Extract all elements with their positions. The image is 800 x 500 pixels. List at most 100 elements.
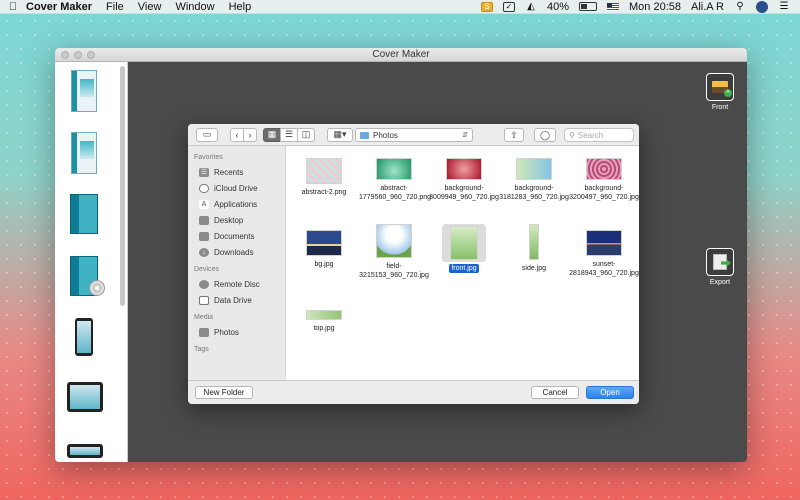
template-book-thumb[interactable] — [67, 70, 101, 112]
sidebar-item-label: Data Drive — [214, 295, 252, 305]
status-app-icon[interactable]: S — [480, 1, 493, 12]
file-name: abstract-1779560_960_720.png — [359, 185, 432, 201]
window-titlebar: Cover Maker — [55, 48, 747, 62]
sidebar-item-icloud-drive[interactable]: iCloud Drive — [188, 180, 285, 196]
menu-view[interactable]: View — [138, 1, 162, 13]
file-item[interactable]: sunset-2818943_960_720.jpg — [569, 230, 639, 278]
open-file-dialog: ▭ ‹ › ▦ ☰ ◫ ▦▾ Photos ⇵ ⇧ ◯ ⚲ Search Fav… — [188, 124, 639, 404]
menubar-clock[interactable]: Mon 20:58 — [629, 1, 681, 13]
file-thumbnail — [376, 224, 412, 258]
spotlight-search-icon[interactable]: ⚲ — [734, 1, 746, 12]
new-folder-button[interactable]: New Folder — [195, 386, 253, 399]
file-thumbnail — [529, 224, 539, 260]
window-title: Cover Maker — [372, 49, 430, 60]
file-item-selected[interactable]: front.jpg — [429, 224, 499, 273]
template-tablet-thumb[interactable] — [67, 382, 103, 412]
file-name: front.jpg — [449, 264, 479, 273]
file-name: abstract-2.png — [301, 189, 347, 196]
template-thumbnail-list — [55, 62, 128, 462]
apple-menu-icon[interactable]:  — [0, 1, 26, 13]
front-tool-label: Front — [711, 104, 729, 111]
front-tool[interactable]: + Front — [705, 73, 735, 111]
template-box-thumb[interactable] — [67, 194, 101, 234]
column-view-button[interactable]: ◫ — [297, 127, 315, 142]
file-thumbnail — [306, 158, 342, 184]
toggle-sidebar-button[interactable]: ▭ — [196, 127, 218, 142]
menu-window[interactable]: Window — [175, 1, 214, 13]
export-tool[interactable]: Export — [705, 248, 735, 286]
tags-header: Tags — [194, 346, 209, 353]
location-label: Photos — [373, 130, 398, 140]
file-name: bg.jpg — [314, 261, 334, 268]
selection-highlight — [442, 224, 486, 262]
export-tool-label: Export — [709, 279, 731, 286]
export-icon — [713, 254, 731, 270]
file-item[interactable]: background-3200497_960_720.jpg — [569, 158, 639, 202]
back-button[interactable]: ‹ — [230, 127, 244, 142]
documents-icon — [199, 231, 209, 241]
notification-center-icon[interactable]: ☰ — [778, 1, 790, 12]
file-item[interactable]: abstract-2.png — [289, 158, 359, 197]
file-thumbnail — [376, 158, 412, 180]
battery-icon[interactable] — [579, 2, 597, 11]
recents-icon: ☰ — [199, 167, 209, 177]
drive-icon — [199, 295, 209, 305]
sidebar-item-photos[interactable]: Photos — [188, 324, 285, 340]
file-thumbnail — [306, 310, 342, 320]
file-item[interactable]: background-3181283_960_720.jpg — [499, 158, 569, 202]
file-item[interactable]: bg.jpg — [289, 230, 359, 269]
wifi-icon[interactable]: ◭ — [525, 1, 537, 12]
sidebar-item-label: Remote Disc — [214, 279, 260, 289]
template-box-cd-thumb[interactable] — [67, 256, 105, 296]
template-spiral-book-thumb[interactable] — [67, 132, 101, 174]
template-phone-thumb[interactable] — [67, 318, 101, 356]
menu-help[interactable]: Help — [229, 1, 252, 13]
template-laptop-thumb[interactable] — [67, 444, 103, 458]
sidebar-item-desktop[interactable]: Desktop — [188, 212, 285, 228]
share-button[interactable]: ⇧ — [504, 128, 524, 142]
menu-bar:  Cover Maker File View Window Help S ✓ … — [0, 0, 800, 14]
file-item[interactable]: abstract-1779560_960_720.png — [359, 158, 432, 202]
file-thumbnail — [450, 226, 478, 260]
file-grid: abstract-2.png abstract-1779560_960_720.… — [286, 146, 639, 380]
menu-file[interactable]: File — [106, 1, 124, 13]
sidebar-item-downloads[interactable]: ↓ Downloads — [188, 244, 285, 260]
menubar-user[interactable]: Ali.A R — [691, 1, 724, 13]
search-input[interactable]: ⚲ Search — [564, 128, 634, 142]
group-by-button[interactable]: ▦▾ — [327, 127, 353, 142]
file-item[interactable]: field-3215153_960_720.jpg — [359, 224, 429, 280]
file-name: background-3009949_960_720.jpg — [429, 185, 499, 201]
siri-icon[interactable] — [756, 0, 768, 13]
app-menu[interactable]: Cover Maker — [26, 1, 92, 13]
file-item[interactable]: background-3009949_960_720.jpg — [429, 158, 499, 202]
file-name: top.jpg — [313, 325, 335, 332]
file-name: background-3181283_960_720.jpg — [499, 185, 569, 201]
sidebar-item-data-drive[interactable]: Data Drive — [188, 292, 285, 308]
sidebar-item-applications[interactable]: A Applications — [188, 196, 285, 212]
file-name: side.jpg — [521, 265, 547, 272]
thumbnail-scrollbar[interactable] — [120, 66, 125, 306]
file-thumbnail — [586, 158, 622, 180]
sidebar-item-recents[interactable]: ☰ Recents — [188, 164, 285, 180]
forward-button[interactable]: › — [243, 127, 257, 142]
file-item[interactable]: top.jpg — [289, 310, 359, 333]
icon-view-button[interactable]: ▦ — [263, 127, 281, 142]
input-source-flag-icon[interactable] — [607, 2, 619, 11]
sidebar-item-label: Downloads — [214, 247, 254, 257]
sidebar-item-documents[interactable]: Documents — [188, 228, 285, 244]
cloud-icon — [199, 183, 209, 193]
list-view-button[interactable]: ☰ — [280, 127, 298, 142]
tag-button[interactable]: ◯ — [534, 128, 556, 142]
shield-status-icon[interactable]: ✓ — [502, 1, 515, 12]
sidebar-item-remote-disc[interactable]: Remote Disc — [188, 276, 285, 292]
search-icon: ⚲ — [569, 130, 575, 140]
devices-header: Devices — [194, 266, 219, 273]
open-button[interactable]: Open — [586, 386, 634, 399]
image-add-icon: + — [712, 81, 732, 97]
location-popup[interactable]: Photos ⇵ — [355, 128, 473, 142]
applications-icon: A — [199, 199, 209, 209]
file-item[interactable]: side.jpg — [499, 224, 569, 273]
favorites-header: Favorites — [194, 154, 223, 161]
sidebar-item-label: Photos — [214, 327, 239, 337]
cancel-button[interactable]: Cancel — [531, 386, 579, 399]
